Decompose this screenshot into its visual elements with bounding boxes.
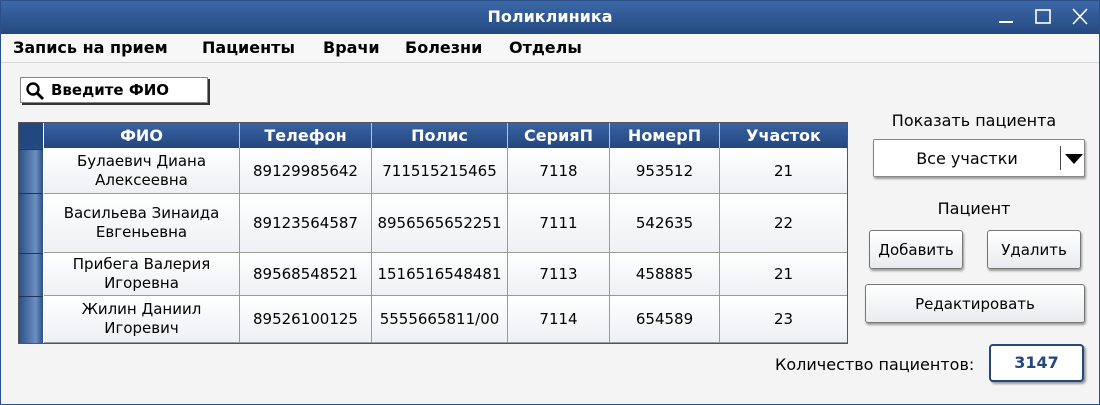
column-header-district[interactable]: Участок bbox=[720, 123, 847, 148]
title-bar[interactable]: Поликлиника bbox=[1, 1, 1099, 34]
cell-series[interactable]: 7113 bbox=[508, 253, 610, 296]
menu-departments[interactable]: Отделы bbox=[509, 38, 582, 57]
close-icon[interactable] bbox=[1069, 7, 1091, 27]
search-input[interactable]: Введите ФИО bbox=[20, 77, 208, 103]
add-patient-button[interactable]: Добавить bbox=[869, 230, 963, 269]
corner-header bbox=[19, 123, 43, 148]
cell-series[interactable]: 7111 bbox=[508, 194, 610, 253]
cell-district[interactable]: 21 bbox=[720, 148, 847, 194]
menu-patients[interactable]: Пациенты bbox=[202, 38, 295, 57]
cell-number[interactable]: 458885 bbox=[610, 253, 720, 296]
chevron-down-icon[interactable] bbox=[1065, 154, 1083, 164]
column-header-polis[interactable]: Полис bbox=[372, 123, 508, 148]
menu-doctors[interactable]: Врачи bbox=[323, 38, 380, 57]
column-header-series[interactable]: СерияП bbox=[508, 123, 610, 148]
patient-count-value: 3147 bbox=[989, 344, 1084, 382]
menu-appointments[interactable]: Запись на прием bbox=[13, 38, 168, 57]
cell-number[interactable]: 953512 bbox=[610, 148, 720, 194]
cell-number[interactable]: 654589 bbox=[610, 296, 720, 343]
row-header[interactable] bbox=[19, 149, 43, 193]
menu-diseases[interactable]: Болезни bbox=[405, 38, 482, 57]
search-icon bbox=[26, 82, 45, 101]
divider bbox=[1060, 146, 1061, 170]
cell-polis[interactable]: 711515215465 bbox=[372, 148, 508, 194]
cell-fio[interactable]: Васильева Зинаида Евгеньевна bbox=[44, 194, 240, 253]
cell-fio[interactable]: Булаевич Диана Алексеевна bbox=[44, 148, 240, 194]
row-header[interactable] bbox=[19, 193, 43, 253]
district-filter-select[interactable]: Все участки bbox=[873, 139, 1085, 177]
cell-phone[interactable]: 89123564587 bbox=[240, 194, 372, 253]
row-header[interactable] bbox=[19, 253, 43, 296]
minimize-icon[interactable] bbox=[995, 7, 1017, 27]
main-window: Поликлиника Запись на прием Пациенты Вра… bbox=[0, 0, 1100, 405]
maximize-icon[interactable] bbox=[1032, 7, 1054, 27]
cell-fio[interactable]: Жилин Даниил Игоревич bbox=[44, 296, 240, 343]
edit-patient-button[interactable]: Редактировать bbox=[865, 284, 1085, 323]
patients-table: ФИО Телефон Полис СерияП НомерП Участок … bbox=[18, 122, 848, 344]
patient-section-label: Пациент bbox=[937, 199, 1011, 218]
cell-phone[interactable]: 89568548521 bbox=[240, 253, 372, 296]
search-placeholder: Введите ФИО bbox=[51, 81, 169, 99]
column-header-number[interactable]: НомерП bbox=[610, 123, 720, 148]
cell-phone[interactable]: 89526100125 bbox=[240, 296, 372, 343]
cell-polis[interactable]: 8956565652251 bbox=[372, 194, 508, 253]
row-header[interactable] bbox=[19, 296, 43, 343]
cell-series[interactable]: 7118 bbox=[508, 148, 610, 194]
menu-bar: Запись на прием Пациенты Врачи Болезни О… bbox=[1, 34, 1099, 63]
district-filter-value: Все участки bbox=[916, 149, 1018, 168]
column-header-phone[interactable]: Телефон bbox=[240, 123, 372, 148]
cell-polis[interactable]: 5555665811/00 bbox=[372, 296, 508, 343]
cell-district[interactable]: 22 bbox=[720, 194, 847, 253]
column-header-fio[interactable]: ФИО bbox=[44, 123, 240, 148]
cell-number[interactable]: 542635 bbox=[610, 194, 720, 253]
cell-fio[interactable]: Прибега Валерия Игоревна bbox=[44, 253, 240, 296]
cell-district[interactable]: 21 bbox=[720, 253, 847, 296]
cell-polis[interactable]: 1516516548481 bbox=[372, 253, 508, 296]
patient-count-label: Количество пациентов: bbox=[775, 355, 975, 374]
filter-label: Показать пациента bbox=[891, 111, 1057, 130]
cell-series[interactable]: 7114 bbox=[508, 296, 610, 343]
delete-patient-button[interactable]: Удалить bbox=[987, 230, 1081, 269]
cell-phone[interactable]: 89129985642 bbox=[240, 148, 372, 194]
cell-district[interactable]: 23 bbox=[720, 296, 847, 343]
window-title: Поликлиника bbox=[487, 7, 613, 26]
